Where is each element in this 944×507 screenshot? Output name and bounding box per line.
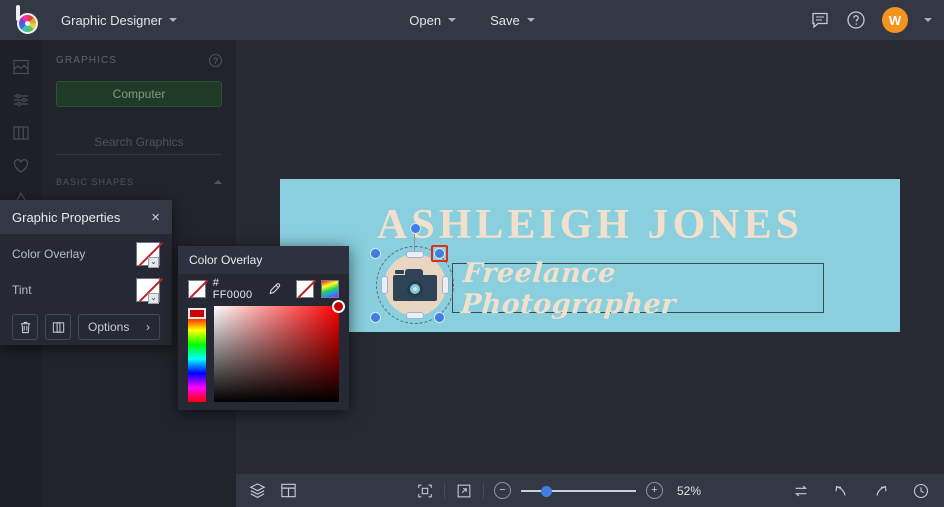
color-overlay-label: Color Overlay: [12, 247, 86, 261]
chat-icon[interactable]: [810, 10, 830, 30]
sidebar-item-layout[interactable]: [0, 116, 42, 149]
account-chevron-down-icon[interactable]: [924, 18, 932, 22]
sidebar-item-favorites[interactable]: [0, 149, 42, 182]
top-bar-right-group: W: [810, 7, 932, 33]
tint-swatch[interactable]: [136, 278, 160, 304]
redo-icon[interactable]: [872, 482, 890, 500]
eyedropper-icon[interactable]: [268, 282, 282, 296]
handle-top-center-bar[interactable]: [406, 251, 424, 258]
camera-lens: [407, 281, 423, 297]
top-bar-center-group: Open Save: [0, 7, 944, 33]
handle-top-left[interactable]: [370, 248, 381, 259]
expand-icon[interactable]: [455, 482, 473, 500]
panel-help-icon[interactable]: ?: [209, 54, 222, 67]
user-avatar[interactable]: W: [882, 7, 908, 33]
handle-bottom-left[interactable]: [370, 312, 381, 323]
zoom-slider[interactable]: [521, 483, 636, 499]
zoom-in-button[interactable]: +: [646, 482, 663, 499]
banner-subtitle[interactable]: Freelance Photographer: [460, 258, 823, 320]
handle-right-center-bar[interactable]: [442, 276, 449, 294]
computer-source-button[interactable]: Computer: [56, 81, 222, 107]
color-overlay-popup-header: Color Overlay: [178, 246, 349, 274]
color-overlay-popup: Color Overlay # FF0000: [178, 246, 349, 410]
hue-selector[interactable]: [188, 308, 206, 319]
swap-icon[interactable]: [792, 482, 810, 500]
chevron-down-icon: [526, 18, 535, 22]
divider: [483, 482, 484, 499]
zoom-slider-track: [521, 489, 636, 492]
selected-handle-highlight: [431, 245, 448, 262]
layers-icon[interactable]: [248, 481, 267, 500]
saturation-value-box[interactable]: [214, 300, 345, 402]
sidebar-item-photo[interactable]: [0, 50, 42, 83]
bottom-bar: − + 52%: [236, 474, 944, 507]
zoom-level-label: 52%: [677, 483, 702, 498]
fit-to-screen-icon[interactable]: [416, 482, 434, 500]
hue-strip[interactable]: [188, 316, 206, 402]
color-overlay-controls-row: # FF0000: [178, 274, 349, 304]
chevron-down-icon: [448, 18, 457, 22]
graphic-properties-actions: Options ›: [0, 306, 172, 340]
options-button[interactable]: Options ›: [78, 314, 160, 340]
grid-layout-icon[interactable]: [279, 481, 298, 500]
basic-shapes-section-header[interactable]: BASIC SHAPES: [56, 177, 222, 187]
bottom-bar-zoom-group: − + 52%: [416, 482, 701, 500]
help-icon[interactable]: [846, 10, 866, 30]
zoom-out-button[interactable]: −: [494, 482, 511, 499]
graphic-properties-title: Graphic Properties: [12, 209, 121, 225]
graphics-panel-header: GRAPHICS ?: [42, 40, 236, 73]
graphic-properties-panel: Graphic Properties × Color Overlay Tint: [0, 200, 172, 345]
color-wheel-swatch[interactable]: [321, 280, 339, 298]
basic-shapes-label: BASIC SHAPES: [56, 177, 135, 187]
open-label: Open: [409, 12, 442, 28]
color-overlay-popup-title: Color Overlay: [189, 253, 263, 267]
handle-bottom-right[interactable]: [434, 312, 445, 323]
banner-title[interactable]: ASHLEIGH JONES: [280, 201, 900, 249]
undo-icon[interactable]: [832, 482, 850, 500]
tint-label: Tint: [12, 283, 32, 297]
graphics-panel-title: GRAPHICS: [56, 55, 118, 66]
trash-icon[interactable]: [12, 314, 38, 340]
graphic-properties-header: Graphic Properties ×: [0, 200, 172, 234]
tint-row: Tint: [0, 274, 172, 306]
color-overlay-row: Color Overlay: [0, 238, 172, 270]
design-banner[interactable]: ASHLEIGH JONES Freelance Photographer: [280, 179, 900, 332]
hue-column[interactable]: [188, 306, 206, 402]
close-icon[interactable]: ×: [151, 210, 160, 225]
color-overlay-swatch[interactable]: [136, 242, 160, 268]
sv-marker[interactable]: [332, 300, 345, 313]
history-clock-icon[interactable]: [912, 482, 930, 500]
bottom-bar-left-group: [248, 481, 298, 500]
color-picker: [188, 300, 345, 402]
camera-graphic[interactable]: [370, 223, 454, 324]
no-color-swatch-left[interactable]: [188, 280, 206, 298]
duplicate-icon[interactable]: [45, 314, 71, 340]
open-menu-button[interactable]: Open: [398, 7, 467, 33]
bottom-bar-right-group: [792, 482, 930, 500]
search-graphics-input[interactable]: Search Graphics: [56, 129, 222, 155]
chevron-right-icon: ›: [146, 320, 150, 334]
handle-bottom-center-bar[interactable]: [406, 312, 424, 319]
save-menu-button[interactable]: Save: [479, 7, 546, 33]
options-label: Options: [88, 320, 130, 334]
camera-flash: [395, 270, 404, 274]
hex-value-input[interactable]: # FF0000: [213, 277, 262, 301]
rotate-handle[interactable]: [410, 223, 421, 234]
save-label: Save: [490, 12, 520, 28]
chevron-up-icon: [214, 180, 222, 184]
app-root: Graphic Designer Open Save W GRAPHICS ? …: [0, 0, 944, 507]
zoom-slider-knob[interactable]: [541, 485, 552, 497]
no-color-swatch-right[interactable]: [296, 280, 315, 298]
top-bar: Graphic Designer Open Save W: [0, 0, 944, 40]
divider: [444, 482, 445, 499]
handle-left-center-bar[interactable]: [381, 276, 388, 294]
sidebar-item-adjust[interactable]: [0, 83, 42, 116]
